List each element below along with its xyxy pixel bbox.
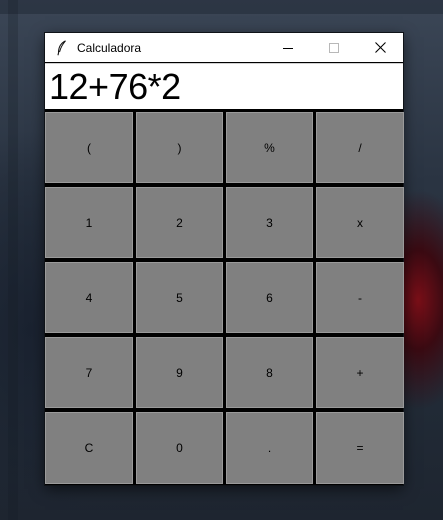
keypad: ( ) % / 1 2 3 x 4 5 6 - 7 9 8 + C 0 . = <box>45 112 404 485</box>
key-1[interactable]: 1 <box>45 187 133 258</box>
expression-text: 12+76*2 <box>49 65 181 107</box>
maximize-button[interactable] <box>311 33 357 62</box>
maximize-icon <box>329 42 339 53</box>
feather-icon <box>55 39 69 56</box>
key-2[interactable]: 2 <box>136 187 223 258</box>
key-6[interactable]: 6 <box>226 262 313 333</box>
key-7[interactable]: 7 <box>45 337 133 408</box>
key-percent[interactable]: % <box>226 112 313 183</box>
key-9[interactable]: 9 <box>136 337 223 408</box>
desktop-background: Calculadora 12+76*2 () % / 1 2 3 x 4 5 … <box>0 0 443 520</box>
key-open-paren[interactable]: ( <box>45 112 133 183</box>
key-3[interactable]: 3 <box>226 187 313 258</box>
minimize-icon <box>283 47 293 49</box>
background-decoration <box>0 0 443 14</box>
key-4[interactable]: 4 <box>45 262 133 333</box>
key-subtract[interactable]: - <box>316 262 404 333</box>
title-bar[interactable]: Calculadora <box>45 33 403 62</box>
key-clear[interactable]: C <box>45 412 133 484</box>
close-button[interactable] <box>357 33 403 62</box>
key-add[interactable]: + <box>316 337 404 408</box>
key-equals[interactable]: = <box>316 412 404 484</box>
key-close-paren[interactable]: ) <box>136 112 223 183</box>
background-decoration <box>8 0 18 520</box>
key-0[interactable]: 0 <box>136 412 223 484</box>
window-title: Calculadora <box>77 40 142 55</box>
expression-display: 12+76*2 <box>45 63 403 109</box>
key-8[interactable]: 8 <box>226 337 313 408</box>
key-divide[interactable]: / <box>316 112 404 183</box>
minimize-button[interactable] <box>265 33 311 62</box>
key-multiply[interactable]: x <box>316 187 404 258</box>
key-decimal[interactable]: . <box>226 412 313 484</box>
key-5[interactable]: 5 <box>136 262 223 333</box>
calculator-window: Calculadora 12+76*2 () % / 1 2 3 x 4 5 … <box>45 33 404 485</box>
close-icon <box>374 42 386 53</box>
